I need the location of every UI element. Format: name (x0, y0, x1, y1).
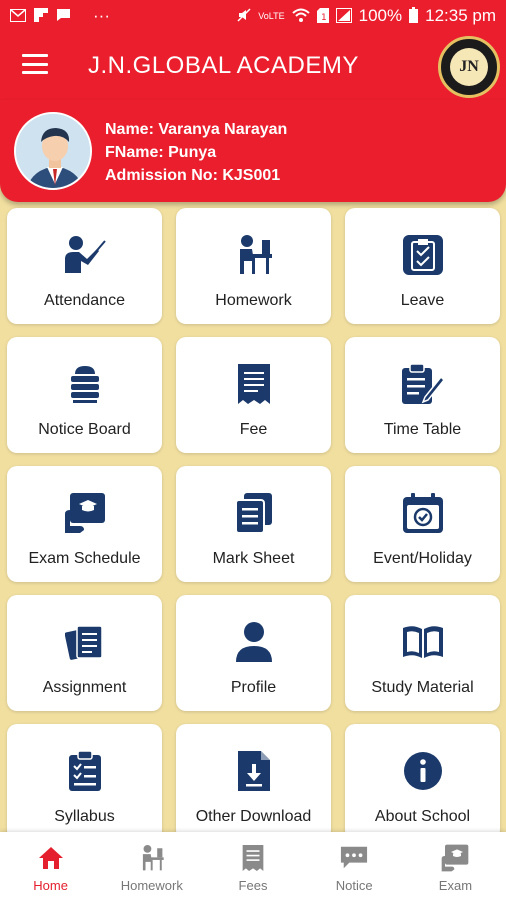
menu-label: Event/Holiday (373, 550, 472, 567)
nav-exam[interactable]: Exam (405, 832, 506, 900)
open-book-icon (400, 619, 446, 665)
battery-icon (409, 7, 419, 25)
svg-text:1: 1 (321, 13, 327, 23)
menu-card-event-holiday[interactable]: Event/Holiday (345, 466, 500, 582)
menu-label: Assignment (42, 679, 127, 696)
notice-stack-icon (62, 361, 108, 407)
clipboard-pen-icon (400, 361, 446, 407)
receipt-icon (231, 361, 277, 407)
student-name: Name: Varanya Narayan (105, 121, 288, 138)
menu-grid: Attendance Homework Leave Notice Board F… (7, 208, 501, 840)
gmail-icon (10, 8, 26, 24)
menu-card-profile[interactable]: Profile (176, 595, 331, 711)
teacher-icon (62, 232, 108, 278)
menu-card-mark-sheet[interactable]: Mark Sheet (176, 466, 331, 582)
menu-label: Mark Sheet (212, 550, 295, 567)
menu-label: Study Material (371, 679, 474, 696)
menu-card-study-material[interactable]: Study Material (345, 595, 500, 711)
menu-label: Homework (215, 292, 292, 309)
nav-label: Fees (238, 878, 268, 893)
menu-label: Attendance (44, 292, 125, 309)
menu-card-about-school[interactable]: About School (345, 724, 500, 840)
chat-icon (340, 844, 368, 872)
menu-icon[interactable] (22, 54, 48, 74)
menu-card-syllabus[interactable]: Syllabus (7, 724, 162, 840)
student-desk-icon (231, 232, 277, 278)
father-name: FName: Punya (105, 144, 217, 161)
wifi-icon (291, 8, 310, 24)
leave-clipboard-icon (400, 232, 446, 278)
file-download-icon (231, 748, 277, 794)
menu-label: Profile (230, 679, 277, 696)
more-notifications: ··· (93, 6, 110, 25)
admission-number: Admission No: KJS001 (105, 167, 281, 184)
home-icon (37, 844, 65, 872)
student-profile-card[interactable]: Name: Varanya Narayan FName: Punya Admis… (0, 100, 506, 202)
student-desk-icon (138, 844, 166, 872)
menu-card-fee[interactable]: Fee (176, 337, 331, 453)
nav-label: Notice (335, 878, 373, 893)
menu-label: Notice Board (38, 421, 131, 438)
menu-label: Leave (400, 292, 445, 309)
nav-fees[interactable]: Fees (202, 832, 303, 900)
menu-label: Time Table (383, 421, 462, 438)
nav-label: Homework (120, 878, 183, 893)
nav-label: Home (33, 878, 68, 893)
nav-notice[interactable]: Notice (304, 832, 405, 900)
clock: 12:35 pm (425, 6, 496, 25)
menu-label: Fee (239, 421, 268, 438)
menu-card-exam-schedule[interactable]: Exam Schedule (7, 466, 162, 582)
menu-label: Syllabus (54, 808, 115, 825)
battery-percent: 100% (358, 6, 403, 25)
exam-certificate-icon (441, 844, 469, 872)
school-logo: JN (438, 36, 500, 98)
nav-homework[interactable]: Homework (101, 832, 202, 900)
signal-icon (335, 7, 352, 25)
person-icon (231, 619, 277, 665)
documents-icon (231, 490, 277, 536)
info-icon (400, 748, 446, 794)
sim-icon: 1 (316, 7, 329, 25)
menu-card-attendance[interactable]: Attendance (7, 208, 162, 324)
logo-monogram: JN (450, 48, 488, 86)
menu-label: Other Download (195, 808, 312, 825)
menu-card-assignment[interactable]: Assignment (7, 595, 162, 711)
exam-certificate-icon (62, 490, 108, 536)
status-bar: ··· VoLTE 1 100% 12:35 pm (0, 0, 506, 32)
menu-card-other-download[interactable]: Other Download (176, 724, 331, 840)
receipt-icon (239, 844, 267, 872)
menu-card-time-table[interactable]: Time Table (345, 337, 500, 453)
bottom-nav: Home Homework Fees Notice Exam (0, 832, 506, 900)
menu-card-leave[interactable]: Leave (345, 208, 500, 324)
menu-card-notice-board[interactable]: Notice Board (7, 337, 162, 453)
avatar (14, 112, 92, 190)
menu-label: Exam Schedule (28, 550, 141, 567)
message-icon (56, 8, 71, 24)
menu-card-homework[interactable]: Homework (176, 208, 331, 324)
app-bar: J.N.GLOBAL ACADEMY JN (0, 32, 506, 100)
network-type: VoLTE (258, 10, 285, 21)
checklist-icon (62, 748, 108, 794)
assignment-papers-icon (62, 619, 108, 665)
mute-icon (237, 8, 251, 24)
flipboard-icon (34, 8, 48, 24)
calendar-check-icon (400, 490, 446, 536)
nav-label: Exam (438, 878, 473, 893)
app-title: J.N.GLOBAL ACADEMY (88, 52, 359, 79)
nav-home[interactable]: Home (0, 832, 101, 900)
menu-label: About School (374, 808, 471, 825)
